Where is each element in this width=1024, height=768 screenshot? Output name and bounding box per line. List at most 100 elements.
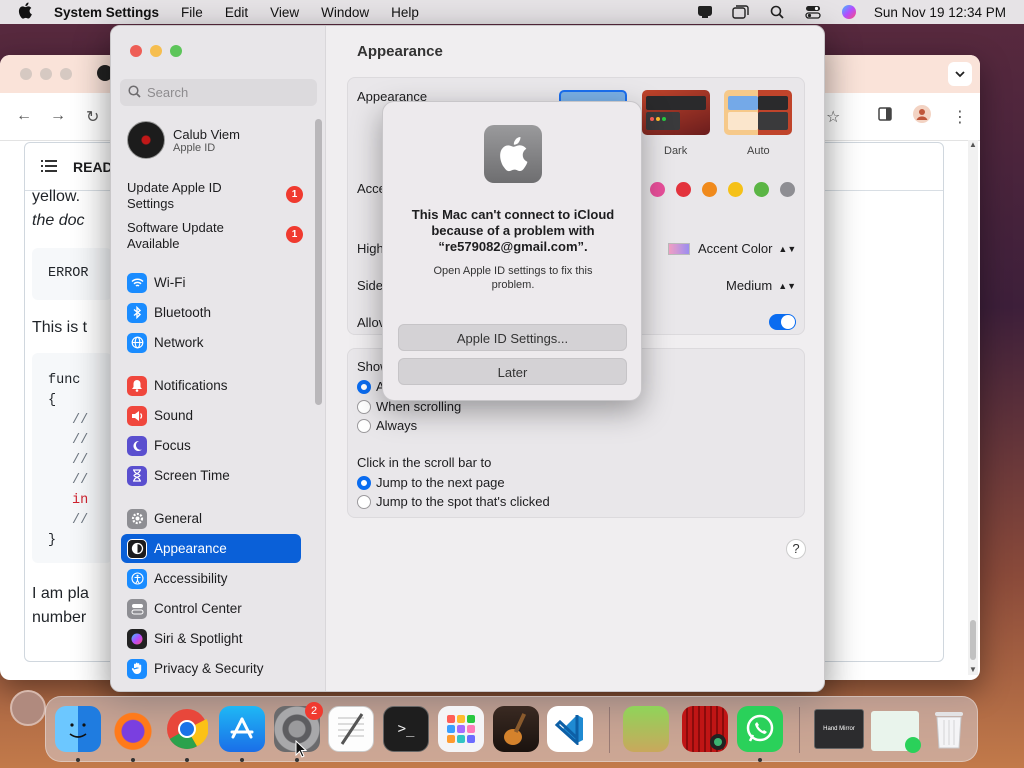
search-field[interactable] — [120, 79, 317, 106]
spotlight-search-icon[interactable] — [768, 4, 786, 20]
menu-file[interactable]: File — [181, 5, 203, 20]
control-center-icon[interactable] — [804, 4, 822, 20]
apple-id-profile[interactable]: Calub Viem Apple ID — [127, 121, 240, 159]
accent-orange-swatch[interactable] — [702, 182, 717, 197]
launchpad-icon[interactable] — [438, 706, 484, 752]
apple-menu-icon[interactable] — [18, 2, 34, 22]
window-stage-icon[interactable] — [732, 4, 750, 20]
finder-icon[interactable] — [55, 706, 101, 752]
browser-menu-icon[interactable]: ⋮ — [952, 107, 968, 127]
accent-pink-swatch[interactable] — [650, 182, 665, 197]
show-scroll-when-scrolling-radio[interactable] — [357, 400, 371, 414]
accent-yellow-swatch[interactable] — [728, 182, 743, 197]
help-button[interactable]: ? — [786, 539, 806, 559]
sidebar-item-sound[interactable]: Sound — [121, 401, 301, 430]
tab-search-chevron-icon[interactable] — [948, 62, 972, 86]
wifi-icon — [127, 272, 147, 293]
textedit-icon[interactable] — [328, 706, 374, 752]
vscode-icon[interactable] — [547, 706, 593, 752]
code-text: ERROR — [48, 266, 89, 281]
sidebar-item-accessibility[interactable]: Accessibility — [121, 564, 301, 593]
apple-id-settings-button[interactable]: Apple ID Settings... — [398, 324, 627, 351]
minecraft-icon[interactable] — [623, 706, 669, 752]
list-icon[interactable] — [41, 159, 57, 175]
menu-edit[interactable]: Edit — [225, 5, 248, 20]
close-button[interactable] — [130, 45, 142, 57]
forward-arrow-icon[interactable]: → — [50, 107, 66, 125]
sidebar-icon-size-popup[interactable]: Medium ▲▼ — [726, 278, 796, 293]
jump-to-spot-radio[interactable] — [357, 495, 371, 509]
sidebar-item-bluetooth[interactable]: Bluetooth — [121, 298, 301, 327]
search-input[interactable] — [147, 85, 307, 100]
code-text: func — [48, 373, 81, 388]
browser-close-dot[interactable] — [20, 68, 32, 80]
garageband-icon[interactable] — [493, 706, 539, 752]
menu-clock[interactable]: Sun Nov 19 12:34 PM — [874, 5, 1006, 20]
browser-minimize-dot[interactable] — [40, 68, 52, 80]
highlight-swatch-icon — [668, 242, 690, 255]
whatsapp-icon[interactable] — [737, 706, 783, 752]
error-code-block: ERROR — [32, 248, 112, 300]
sidebar-item-screen-time[interactable]: Screen Time — [121, 461, 301, 490]
jump-next-page-radio[interactable] — [357, 476, 371, 490]
page-title: Appearance — [357, 43, 443, 60]
sidebar-item-label: Siri & Spotlight — [154, 631, 243, 646]
app-store-icon[interactable] — [219, 706, 265, 752]
browser-zoom-dot[interactable] — [60, 68, 72, 80]
menu-app-name[interactable]: System Settings — [54, 5, 159, 20]
sidebar-item-general[interactable]: General — [121, 504, 301, 533]
sidebar-item-network[interactable]: Network — [121, 328, 301, 357]
sidebar-item-control-center[interactable]: Control Center — [121, 594, 301, 623]
menu-bar: System Settings File Edit View Window He… — [0, 0, 1024, 24]
folder-stack-icon[interactable] — [10, 690, 46, 726]
firefox-icon[interactable] — [110, 706, 156, 752]
sidebar-item-wifi[interactable]: Wi-Fi — [121, 268, 301, 297]
sidebar-item-focus[interactable]: Focus — [121, 431, 301, 460]
code-comment: // — [72, 473, 89, 488]
accent-red-swatch[interactable] — [676, 182, 691, 197]
terminal-prompt-icon: >_ — [397, 721, 415, 737]
gear-icon — [127, 508, 147, 529]
wallpaper-tinting-toggle[interactable] — [769, 314, 796, 330]
scroll-down-arrow-icon[interactable]: ▼ — [968, 665, 978, 675]
siri-icon[interactable] — [840, 4, 858, 20]
screen-mirroring-icon[interactable] — [696, 4, 714, 20]
menu-window[interactable]: Window — [321, 5, 369, 20]
sidebar-size-value: Medium — [726, 278, 773, 293]
trash-icon[interactable] — [926, 706, 972, 752]
sidebar-item-privacy-security[interactable]: Privacy & Security — [121, 654, 301, 683]
appearance-dark-option[interactable] — [642, 90, 710, 135]
scroll-up-arrow-icon[interactable]: ▲ — [968, 140, 978, 150]
sidebar-scrollbar[interactable] — [315, 119, 322, 405]
accent-graphite-swatch[interactable] — [780, 182, 795, 197]
menu-view[interactable]: View — [270, 5, 299, 20]
profile-avatar-icon[interactable] — [913, 105, 931, 128]
side-panel-icon[interactable] — [878, 107, 892, 126]
highlight-color-popup[interactable]: Accent Color ▲▼ — [668, 241, 796, 256]
terminal-icon[interactable]: >_ — [383, 706, 429, 752]
later-button[interactable]: Later — [398, 358, 627, 385]
scrollbar-thumb[interactable] — [970, 620, 976, 660]
chrome-icon[interactable] — [164, 706, 210, 752]
show-scroll-always-radio[interactable] — [357, 419, 371, 433]
back-arrow-icon[interactable]: ← — [16, 107, 32, 125]
photo-booth-icon[interactable] — [682, 706, 728, 752]
sidebar-item-appearance[interactable]: Appearance — [121, 534, 301, 563]
accent-green-swatch[interactable] — [754, 182, 769, 197]
mouse-cursor-icon — [295, 739, 308, 761]
bookmark-star-icon[interactable]: ☆ — [826, 107, 840, 127]
show-scroll-automatic-radio[interactable] — [357, 380, 371, 394]
update-apple-id-item[interactable]: Update Apple ID Settings — [127, 180, 267, 212]
sidebar-item-siri-spotlight[interactable]: Siri & Spotlight — [121, 624, 301, 653]
menu-help[interactable]: Help — [391, 5, 419, 20]
browser-scrollbar[interactable]: ▲ ▼ — [968, 140, 978, 675]
minimize-button[interactable] — [150, 45, 162, 57]
hand-mirror-window-thumbnail[interactable]: Hand Mirror — [814, 709, 864, 749]
appearance-auto-option[interactable] — [724, 90, 792, 135]
reload-icon[interactable]: ↻ — [86, 107, 99, 127]
sidebar-item-notifications[interactable]: Notifications — [121, 371, 301, 400]
software-update-item[interactable]: Software Update Available — [127, 220, 267, 252]
zoom-button[interactable] — [170, 45, 182, 57]
appearance-icon — [127, 538, 147, 559]
preview-window-thumbnail[interactable] — [871, 711, 921, 753]
